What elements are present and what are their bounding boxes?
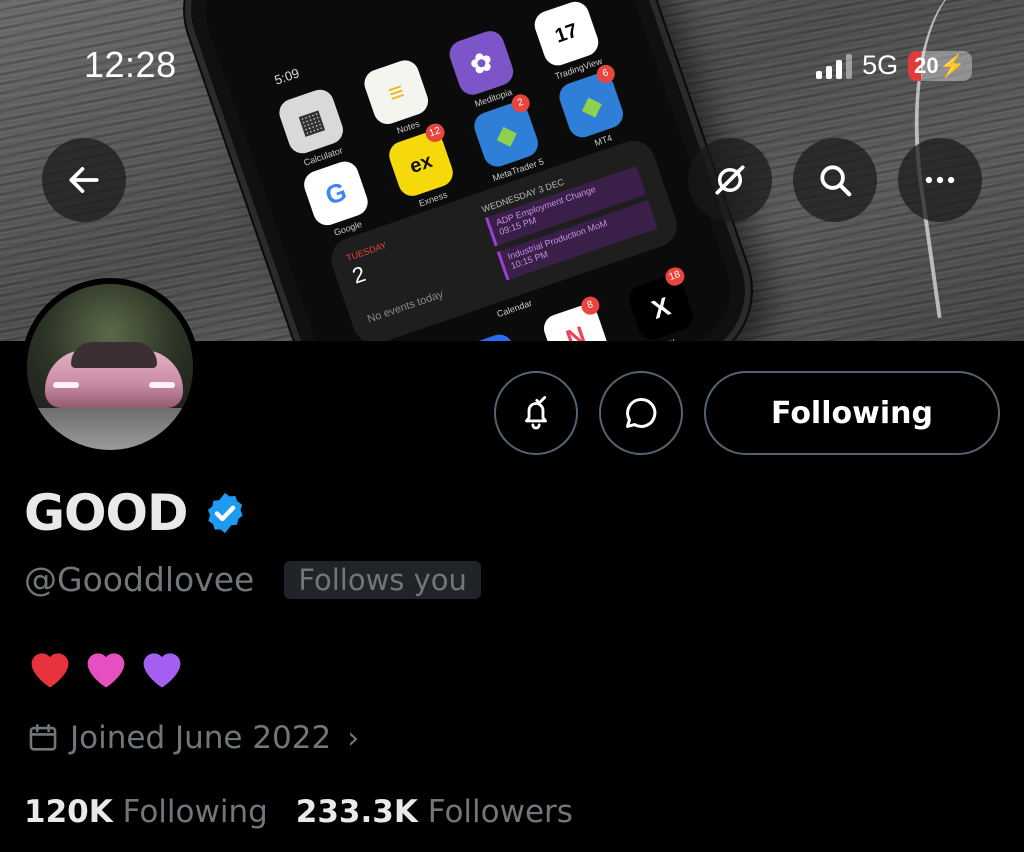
user-handle: @Gooddlovee xyxy=(24,560,255,599)
handle-row: @Gooddlovee Follows you xyxy=(24,560,481,599)
followers-stat[interactable]: 233.3K Followers xyxy=(296,794,573,830)
grok-icon xyxy=(715,165,745,195)
cellular-signal-icon xyxy=(816,53,853,79)
widget-weekday: TUESDAY xyxy=(345,240,388,264)
avatar-car-headlight-right xyxy=(149,382,175,388)
widget-no-events: No events today xyxy=(365,288,445,326)
banner-app-icon: ▲ xyxy=(455,330,527,341)
avatar-car-windshield xyxy=(71,342,157,368)
message-bubble-icon xyxy=(626,398,657,428)
bio xyxy=(24,642,188,694)
bell-check-icon xyxy=(525,396,547,430)
verified-icon xyxy=(207,492,243,534)
verified-badge-icon[interactable] xyxy=(202,490,248,536)
heart-emoji-icon xyxy=(31,653,69,688)
banner-app-icon: N xyxy=(540,301,612,341)
battery-icon: 20 ⚡ xyxy=(908,50,972,81)
widget-day: 2 xyxy=(348,261,369,289)
charging-icon: ⚡ xyxy=(938,52,966,78)
status-time: 12:28 xyxy=(84,44,177,85)
chevron-right-icon: › xyxy=(347,720,360,756)
banner-app-icon: X xyxy=(625,272,697,341)
network-type: 5G xyxy=(862,50,899,80)
calendar-icon xyxy=(29,723,57,751)
joined-date: Joined June 2022 xyxy=(70,720,332,756)
following-stat[interactable]: 120K Following xyxy=(24,794,268,830)
banner-phone: 5:09 ▦ Calculator ≡ Notes ✿ Meditopia 17 Tradin… xyxy=(172,0,764,341)
banner-phone-time: 5:09 xyxy=(272,65,302,88)
following-count: 120K xyxy=(24,794,113,830)
heart-emoji-icon xyxy=(87,653,125,688)
joined-date-row[interactable]: Joined June 2022 › xyxy=(26,720,359,756)
followers-count: 233.3K xyxy=(295,794,418,830)
avatar-car-headlight-left xyxy=(53,382,79,388)
more-icon xyxy=(925,176,955,184)
back-arrow-icon xyxy=(69,167,99,193)
message-button[interactable] xyxy=(599,371,683,455)
avatar-floor xyxy=(27,408,193,450)
grok-button[interactable] xyxy=(688,138,772,222)
notifications-button[interactable] xyxy=(494,371,578,455)
banner-phone-screen: 5:09 ▦ Calculator ≡ Notes ✿ Meditopia 17 Tradin… xyxy=(189,0,747,341)
heart-emoji-icon xyxy=(143,653,181,688)
followers-label: Followers xyxy=(427,794,573,830)
banner-app: N8News xyxy=(537,294,618,341)
back-button[interactable] xyxy=(42,138,126,222)
battery-percent: 20 xyxy=(914,52,939,78)
following-label: Following xyxy=(122,794,268,830)
follows-you-badge: Follows you xyxy=(284,560,481,599)
search-button[interactable] xyxy=(793,138,877,222)
more-button[interactable] xyxy=(898,138,982,222)
display-name: GOOD xyxy=(24,484,189,542)
profile-avatar[interactable] xyxy=(21,278,199,456)
following-button[interactable]: Following xyxy=(704,371,1000,455)
banner-app: ▲Trading Journal xyxy=(452,330,533,341)
name-row: GOOD xyxy=(24,484,248,542)
follow-stats: 120K Following 233.3K Followers xyxy=(24,794,573,830)
banner-app: ▦ Calculator xyxy=(273,85,354,171)
search-icon xyxy=(820,165,852,197)
status-indicators: 5G 20 ⚡ xyxy=(816,50,972,81)
banner-app: X18X xyxy=(622,264,703,341)
